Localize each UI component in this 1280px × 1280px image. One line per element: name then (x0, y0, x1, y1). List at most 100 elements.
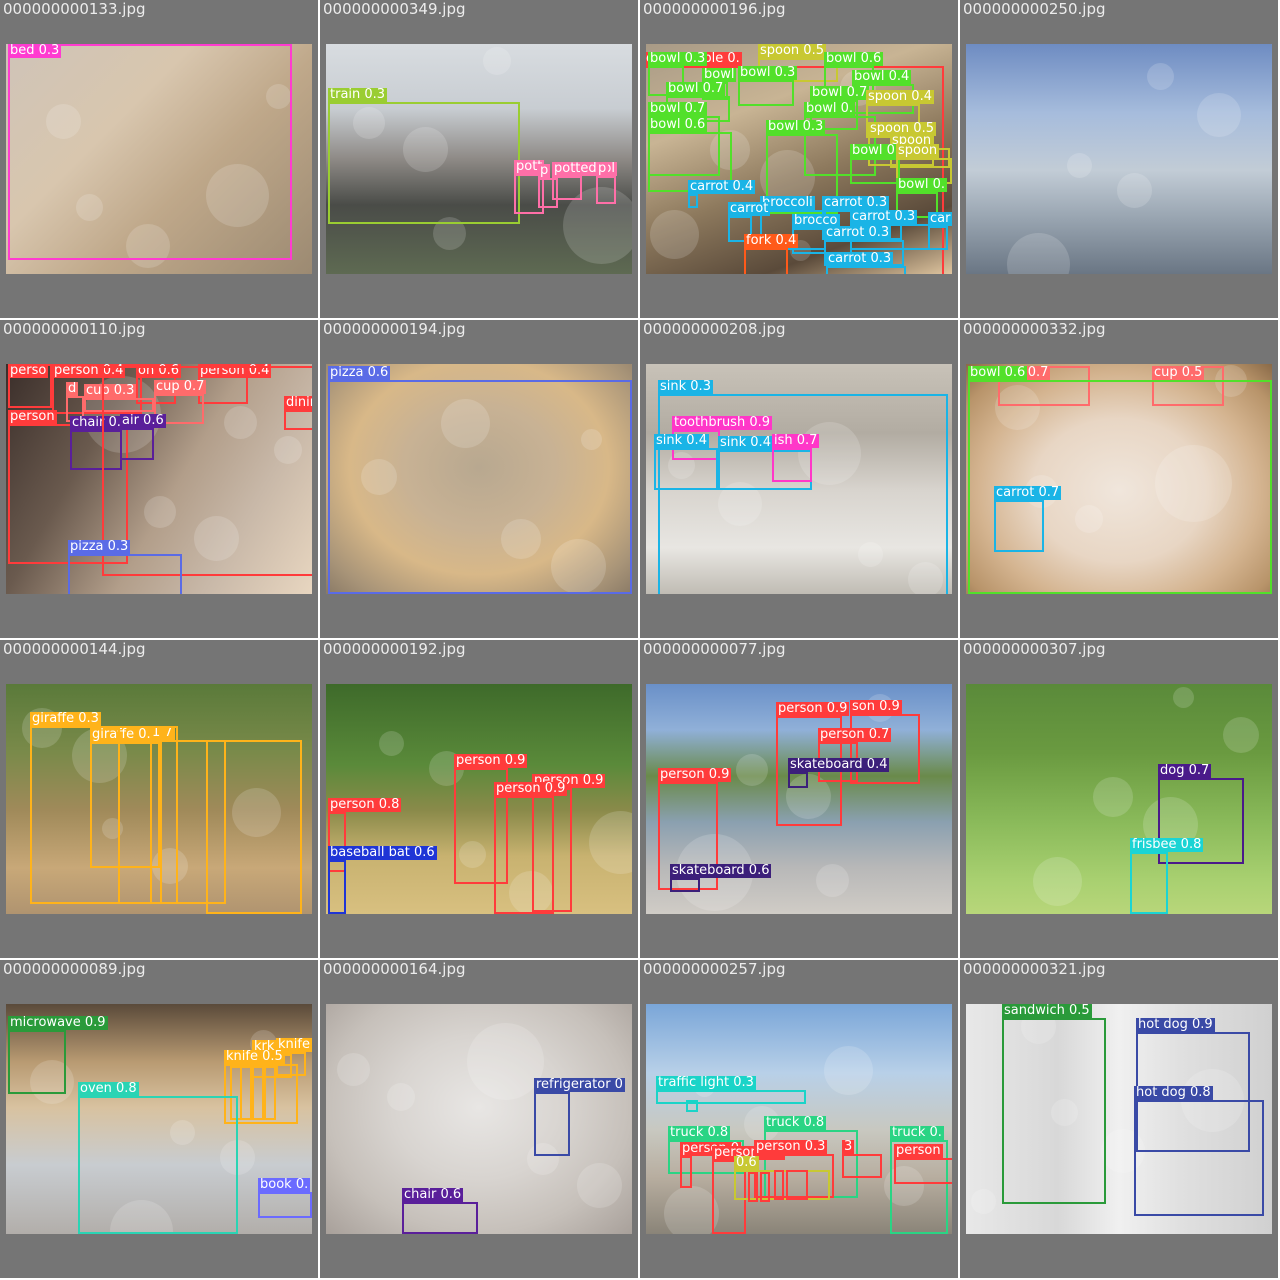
grid-cell: 000000000192.jpg person 0.9 person 0.9 pers… (320, 640, 638, 958)
detection-label: book 0. (258, 1177, 311, 1192)
detection-label: spoon (896, 143, 940, 158)
image-filename: 000000000257.jpg (643, 960, 786, 978)
detection-label: bowl 0.6 (824, 51, 884, 66)
detection-label: air 0.6 (120, 413, 166, 428)
detection-image: traffic light 0.3 truck 0.8 truck 0.8 truck… (646, 1004, 952, 1234)
bokeh-blur-spot (467, 1023, 544, 1100)
image-filename: 000000000144.jpg (3, 640, 146, 658)
bokeh-blur-spot (884, 1166, 924, 1206)
detection-label: knife 0.5 (224, 1049, 285, 1064)
detection-label: frisbee 0.8 (1130, 837, 1204, 852)
detection-label: sink 0.4 (718, 435, 773, 450)
detection-label: person (894, 1143, 943, 1158)
bokeh-blur-spot (1117, 173, 1152, 208)
detection-label: p (538, 163, 551, 178)
bokeh-blur-spot (589, 811, 632, 874)
detection-image: person 0.9 son 0.9 person 0.7 skateboard 0.… (646, 684, 952, 914)
bokeh-blur-spot (1173, 687, 1194, 708)
bokeh-blur-spot (337, 1053, 370, 1086)
detection-label: on 0.6 (136, 364, 181, 378)
grid-cell: 000000000133.jpg bed 0.3 (0, 0, 318, 318)
detection-label: bowl 0.4 (852, 69, 912, 84)
grid-cell: 000000000307.jpg dog 0.7 frisbee 0.8 (960, 640, 1278, 958)
detection-label: bowl 0.7 (648, 101, 708, 116)
detection-label: chair 0.6 (402, 1187, 464, 1202)
detection-label: bowl 0. (850, 143, 901, 158)
bokeh-blur-spot (76, 194, 103, 221)
detection-label: person 0.7 (818, 727, 892, 742)
detection-label: bowl 0.3 (766, 119, 826, 134)
bounding-box (826, 266, 906, 274)
bounding-box (688, 194, 698, 208)
detection-label: spoon 0.5 (758, 44, 826, 58)
detection-label: person 0.4 (52, 364, 126, 378)
detection-label: oven 0.8 (78, 1081, 139, 1096)
detection-label: spoon 0.4 (866, 89, 934, 104)
detection-label: pizza 0.6 (328, 365, 391, 380)
image-filename: 000000000208.jpg (643, 320, 786, 338)
bokeh-blur-spot (509, 871, 553, 914)
bokeh-blur-spot (995, 385, 1040, 430)
detection-label: cup 0.7 (154, 379, 207, 394)
detection-image: train 0.3 pott p potted_pl p (326, 44, 632, 274)
detection-image: bed 0.3 (6, 44, 312, 274)
bokeh-blur-spot (736, 754, 769, 787)
detection-label: giraffe 0.3 (30, 711, 101, 726)
grid-cell: 000000000257.jpg traffic light 0.3 truck 0… (640, 960, 958, 1278)
bokeh-blur-spot (1181, 1069, 1244, 1132)
grid-cell: 000000000089.jpg microwave 0.9 knife krk kni… (0, 960, 318, 1278)
bounding-box (284, 410, 312, 430)
bokeh-blur-spot (908, 562, 943, 594)
bounding-box (928, 226, 948, 250)
detection-label: person 0.9 (494, 781, 568, 796)
detection-label: person (8, 409, 57, 424)
bokeh-blur-spot (551, 539, 606, 594)
detection-image: person 0.9 person 0.9 person 0.9 person 0.8… (326, 684, 632, 914)
detection-label: carrot 0.7 (994, 485, 1062, 500)
bounding-box (734, 1170, 830, 1200)
detection-label: cup 0.5 (1152, 365, 1205, 380)
bokeh-blur-spot (563, 187, 632, 264)
detection-label: person 0.3 (754, 1139, 828, 1154)
bokeh-blur-spot (581, 429, 602, 450)
image-filename: 000000000110.jpg (3, 320, 146, 338)
bounding-box (744, 248, 788, 274)
bounding-box (760, 1172, 770, 1202)
detection-label: carrot 0.4 (688, 179, 756, 194)
detection-label: carrot 0.3 (826, 251, 894, 266)
bounding-box (656, 1090, 806, 1104)
bokeh-blur-spot (152, 848, 188, 884)
detection-image: refrigerator 0 chair 0.6 (326, 1004, 632, 1234)
detection-label: ish 0.7 (772, 433, 820, 448)
bounding-box (994, 500, 1044, 552)
detection-label: person 0.9 (454, 753, 528, 768)
grid-cell: 000000000110.jpg perso person 0.4 on 0.6 per… (0, 320, 318, 638)
bokeh-blur-spot (718, 482, 762, 526)
detection-label: refrigerator 0 (534, 1077, 625, 1092)
detection-label: toothbrush 0.9 (672, 415, 772, 430)
detection-label: sink 0.3 (658, 379, 713, 394)
detection-label: bowl 0. (896, 177, 947, 192)
detection-label: carrot 0.3 (824, 225, 892, 240)
detection-label: truck 0.8 (668, 1125, 731, 1140)
bokeh-blur-spot (126, 224, 170, 268)
detection-label: carrot 0.3 (822, 195, 890, 210)
bounding-box (738, 80, 794, 106)
grid-cell: 000000000349.jpg train 0.3 pott p potted_pl p (320, 0, 638, 318)
detection-label: bowl 0.3 (648, 51, 708, 66)
detection-image: dog 0.7 frisbee 0.8 (966, 684, 1272, 914)
detection-label: 1 7 (150, 725, 175, 740)
bounding-box (402, 1202, 478, 1234)
detection-label: microwave 0.9 (8, 1015, 108, 1030)
detection-label: bowl 0.3 (738, 65, 798, 80)
detection-grid: 000000000133.jpg bed 0.3 000000000349.jpg t… (0, 0, 1280, 1280)
bokeh-blur-spot (1093, 777, 1133, 817)
bounding-box (538, 178, 558, 208)
bokeh-blur-spot (110, 1200, 173, 1234)
detection-label: dinin (284, 396, 312, 410)
detection-label: truck 0.8 (764, 1115, 827, 1130)
bokeh-blur-spot (1147, 63, 1174, 90)
detection-label: sandwich 0.5 (1002, 1004, 1092, 1018)
detection-label: carrot 0.3 (850, 209, 918, 224)
detection-label: hot dog 0.9 (1136, 1017, 1215, 1032)
